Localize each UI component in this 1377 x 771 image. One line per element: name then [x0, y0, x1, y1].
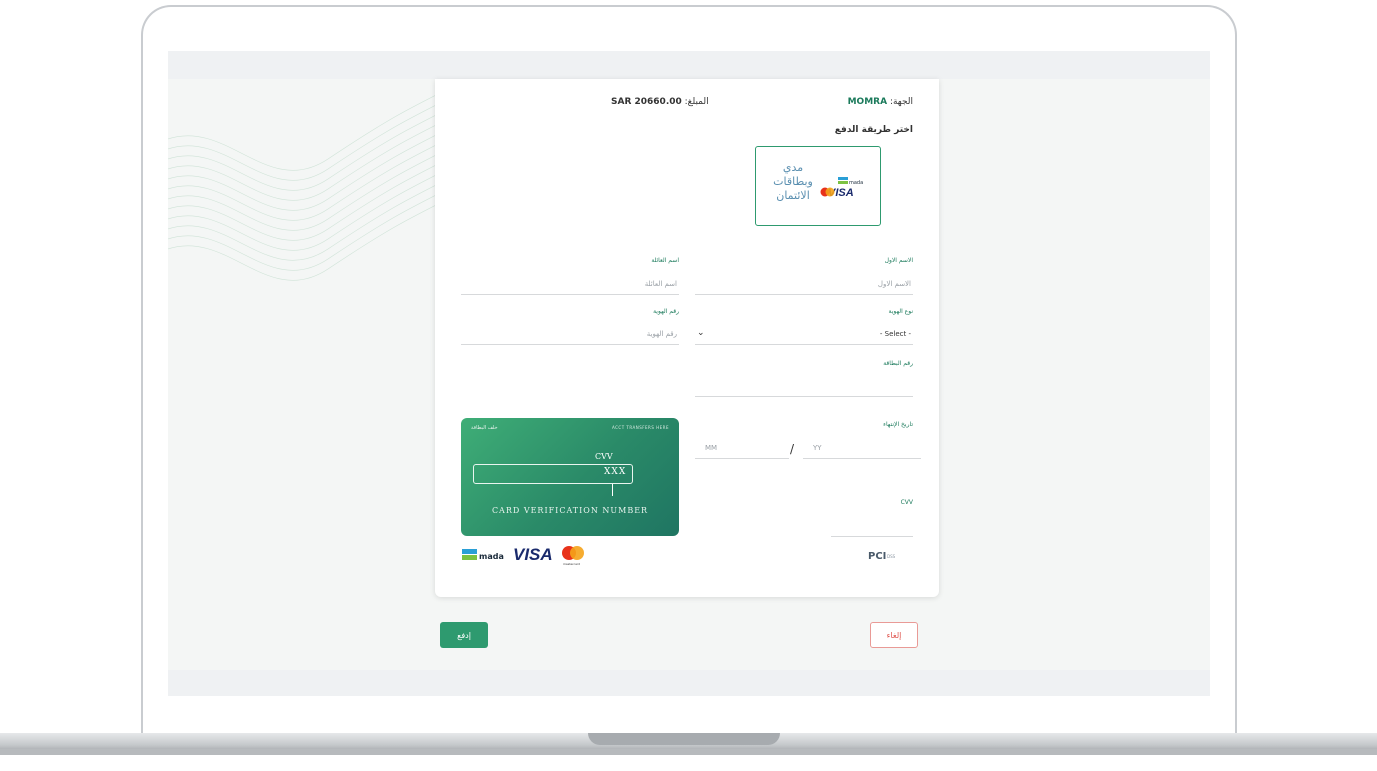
cvv-card-caption: CARD VERIFICATION NUMBER — [491, 506, 649, 515]
pay-button[interactable]: إدفع — [440, 622, 488, 648]
amount-info: المبلغ: SAR 20660.00 — [611, 97, 709, 107]
cvv-card-cvv: CVV — [595, 452, 613, 461]
first-name-field[interactable]: الاسم الاول — [695, 275, 913, 295]
visa-logo-icon: VISA — [513, 545, 553, 564]
svg-text:mada: mada — [849, 180, 863, 186]
first-name-placeholder: الاسم الاول — [877, 280, 911, 288]
id-number-field[interactable]: رقم الهوية — [461, 325, 679, 345]
cvv-card-title: خلف البطاقة — [471, 425, 498, 431]
arrow-down-icon — [612, 484, 613, 496]
id-type-select[interactable]: ⌄ - Select - — [695, 325, 913, 345]
amount-label: المبلغ: — [684, 97, 709, 107]
expiry-separator: / — [790, 442, 795, 456]
choose-method-heading: اختر طريقة الدفع — [834, 125, 913, 135]
payment-option-mada-credit[interactable]: مدي وبطاقات الائتمان mada VISA — [755, 146, 881, 226]
family-name-field[interactable]: اسم العائلة — [461, 275, 679, 295]
cvv-card-account-text: ACCT TRANSFERS HERE — [611, 425, 669, 430]
entity-value: MOMRA — [847, 97, 888, 107]
cvv-label: CVV — [900, 499, 913, 506]
family-name-label: اسم العائلة — [651, 257, 679, 264]
mada-logo-icon: mada — [462, 549, 504, 561]
card-number-field[interactable] — [695, 377, 913, 397]
cvv-card-masked: XXX — [604, 467, 627, 477]
expiry-label: تاريخ الإنتهاء — [883, 421, 913, 428]
mastercard-icon — [820, 187, 835, 197]
expiry-month-field[interactable]: MM — [695, 439, 789, 459]
first-name-label: الاسم الاول — [884, 257, 913, 264]
payment-card: الجهة: MOMRA المبلغ: SAR 20660.00 اختر ط… — [435, 79, 939, 597]
card-number-label: رقم البطاقة — [883, 360, 913, 367]
id-type-label: نوع الهوية — [888, 308, 913, 315]
family-name-placeholder: اسم العائلة — [644, 280, 677, 288]
payment-option-label: مدي وبطاقات الائتمان — [773, 161, 813, 202]
amount-value: SAR 20660.00 — [611, 97, 682, 107]
chevron-down-icon: ⌄ — [697, 328, 705, 338]
mastercard-logo-icon: mastercard — [562, 546, 584, 566]
cvv-field[interactable] — [831, 517, 913, 537]
top-bar — [168, 51, 1210, 79]
laptop-notch — [588, 733, 780, 745]
decorative-wave-pattern — [168, 88, 448, 281]
entity-info: الجهة: MOMRA — [848, 97, 913, 107]
cancel-button[interactable]: إلغاء — [870, 622, 918, 648]
svg-text:mastercard: mastercard — [563, 562, 580, 566]
content-area: الجهة: MOMRA المبلغ: SAR 20660.00 اختر ط… — [168, 79, 1210, 670]
expiry-month-placeholder: MM — [705, 444, 718, 452]
svg-text:mada: mada — [479, 552, 504, 561]
entity-label: الجهة: — [889, 97, 913, 107]
expiry-year-field[interactable]: YY — [803, 439, 921, 459]
id-type-value: - Select - — [879, 330, 911, 338]
pci-dss-text: DSS — [887, 554, 896, 559]
browser-screen: الجهة: MOMRA المبلغ: SAR 20660.00 اختر ط… — [168, 51, 1210, 696]
cvv-card-illustration: خلف البطاقة ACCT TRANSFERS HERE CVV XXX … — [461, 418, 679, 536]
pci-logo-icon: PCI — [868, 551, 887, 562]
id-number-placeholder: رقم الهوية — [646, 330, 677, 338]
id-number-label: رقم الهوية — [653, 308, 679, 315]
bottom-bar — [168, 670, 1210, 696]
laptop-base-edge — [0, 749, 1377, 755]
expiry-year-placeholder: YY — [813, 444, 822, 452]
